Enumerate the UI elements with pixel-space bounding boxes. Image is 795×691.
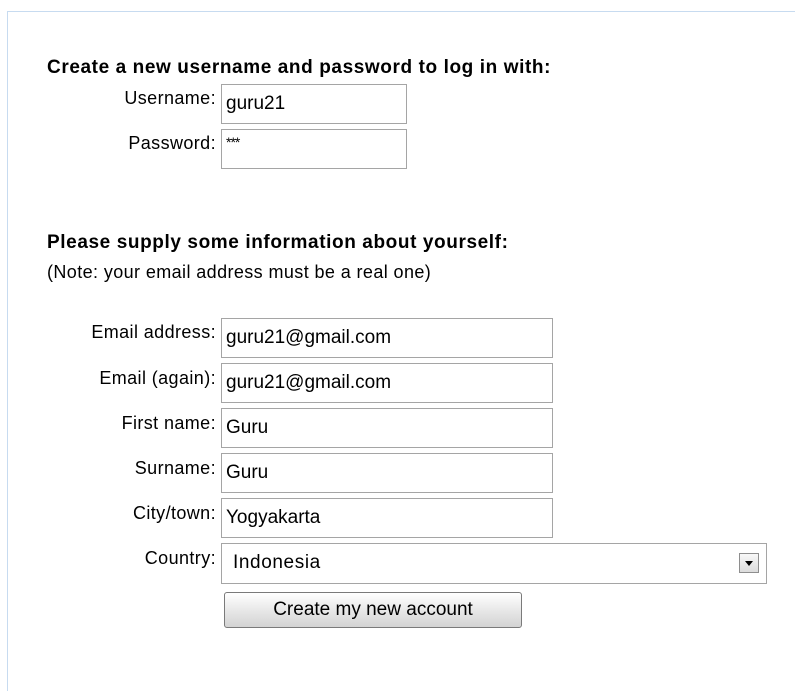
email-again-input[interactable]: guru21@gmail.com (221, 363, 553, 403)
username-label: Username: (124, 88, 216, 108)
email-note: (Note: your email address must be a real… (47, 262, 432, 282)
create-account-button[interactable]: Create my new account (224, 592, 522, 628)
email-label: Email address: (91, 322, 216, 342)
surname-input[interactable]: Guru (221, 453, 553, 493)
country-label: Country: (144, 548, 216, 568)
country-select-value: Indonesia (233, 552, 321, 573)
username-input[interactable]: guru21 (221, 84, 407, 124)
login-section-heading: Create a new username and password to lo… (47, 57, 552, 78)
city-input[interactable]: Yogyakarta (221, 498, 553, 538)
password-input[interactable]: *** (221, 129, 407, 169)
first-name-label: First name: (121, 413, 216, 433)
email-input[interactable]: guru21@gmail.com (221, 318, 553, 358)
first-name-input[interactable]: Guru (221, 408, 553, 448)
password-label: Password: (128, 133, 216, 153)
chevron-down-icon[interactable] (739, 553, 759, 573)
city-label: City/town: (132, 503, 216, 523)
email-again-label: Email (again): (99, 368, 216, 388)
info-section-heading: Please supply some information about you… (47, 232, 509, 253)
surname-label: Surname: (134, 458, 216, 478)
country-select[interactable]: Indonesia (221, 543, 767, 584)
